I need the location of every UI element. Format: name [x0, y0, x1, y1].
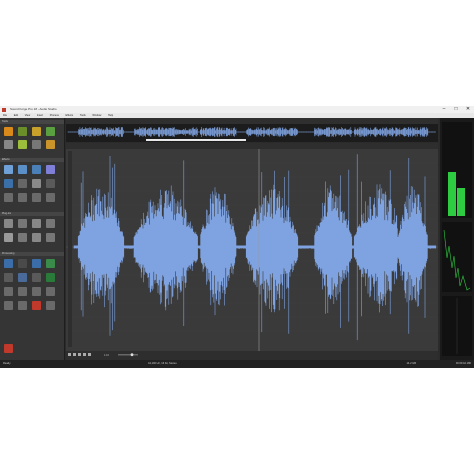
process-button-15[interactable] — [32, 301, 41, 310]
effect-button-9[interactable] — [4, 193, 13, 202]
waveform-overview[interactable] — [66, 124, 438, 142]
process-button-4[interactable] — [46, 259, 55, 268]
effect-button-7[interactable] — [32, 179, 41, 188]
waveform-display[interactable] — [66, 143, 438, 351]
time-readout: 00:00:42.180 — [455, 362, 471, 365]
plugin-button-1[interactable] — [4, 219, 13, 228]
overview-trace — [67, 127, 436, 137]
process-button-9[interactable] — [4, 287, 13, 296]
effect-button-4[interactable] — [46, 165, 55, 174]
process-button-5[interactable] — [4, 273, 13, 282]
zoom-slider-thumb[interactable] — [130, 353, 134, 357]
process-button-2[interactable] — [18, 259, 27, 268]
effect-button-8[interactable] — [46, 179, 55, 188]
status-bar: Ready 44,100 Hz, 16 bit, Stereo 14.2 GB … — [0, 360, 474, 368]
plugin-button-5[interactable] — [4, 233, 13, 242]
panel-header-tools: Tools — [0, 120, 64, 124]
tool-button-1[interactable] — [4, 127, 13, 136]
effect-button-2[interactable] — [18, 165, 27, 174]
tool-button-8[interactable] — [46, 140, 55, 149]
process-button-8[interactable] — [46, 273, 55, 282]
overview-view-range[interactable] — [146, 139, 246, 141]
peak-meter-left-bar — [448, 172, 456, 216]
process-button-16[interactable] — [46, 301, 55, 310]
overview-svg — [67, 127, 436, 141]
panel-header-effects: Effects — [0, 158, 64, 162]
effect-button-5[interactable] — [4, 179, 13, 188]
plugin-button-6[interactable] — [18, 233, 27, 242]
zoom-level: 1:16 — [104, 354, 109, 357]
effect-button-3[interactable] — [32, 165, 41, 174]
meter-svg — [442, 122, 472, 356]
panel-header-processing: Processing — [0, 252, 64, 256]
effect-button-6[interactable] — [18, 179, 27, 188]
peak-meter-right-bar — [457, 188, 465, 216]
audio-format: 44,100 Hz, 16 bit, Stereo — [148, 362, 177, 365]
process-button-6[interactable] — [18, 273, 27, 282]
plugin-button-2[interactable] — [18, 219, 27, 228]
time-ruler — [66, 143, 438, 149]
app-logo-icon — [2, 107, 6, 112]
effect-button-12[interactable] — [46, 193, 55, 202]
zoom-slider[interactable] — [118, 354, 138, 356]
process-button-11[interactable] — [32, 287, 41, 296]
process-button-10[interactable] — [18, 287, 27, 296]
process-button-3[interactable] — [32, 259, 41, 268]
overview-waveform — [67, 127, 436, 137]
panel-header-plugins: Plug-ins — [0, 212, 64, 216]
plugin-button-7[interactable] — [32, 233, 41, 242]
level-scale — [68, 151, 72, 347]
stop-button[interactable] — [73, 353, 76, 356]
effect-button-1[interactable] — [4, 165, 13, 174]
record-button[interactable] — [4, 344, 13, 353]
tool-button-7[interactable] — [32, 140, 41, 149]
spectrum-meter — [442, 222, 472, 292]
level-meter-panel — [440, 118, 474, 360]
maximize-button[interactable]: □ — [450, 106, 462, 113]
status-text: Ready — [3, 362, 11, 365]
tool-button-6[interactable] — [18, 140, 27, 149]
process-button-1[interactable] — [4, 259, 13, 268]
effect-button-11[interactable] — [32, 193, 41, 202]
close-button[interactable]: ✕ — [462, 106, 474, 113]
effect-button-10[interactable] — [18, 193, 27, 202]
tool-button-5[interactable] — [4, 140, 13, 149]
tool-button-2[interactable] — [18, 127, 27, 136]
play-button[interactable] — [68, 353, 71, 356]
waveform-svg — [66, 143, 438, 351]
plugin-button-8[interactable] — [46, 233, 55, 242]
plugin-button-4[interactable] — [46, 219, 55, 228]
transport-bar: 1:16 — [66, 351, 438, 360]
disk-space: 14.2 GB — [406, 362, 416, 365]
tool-button-4[interactable] — [46, 127, 55, 136]
tool-button-3[interactable] — [32, 127, 41, 136]
process-button-12[interactable] — [46, 287, 55, 296]
process-button-13[interactable] — [4, 301, 13, 310]
pause-button[interactable] — [78, 353, 81, 356]
plugin-button-3[interactable] — [32, 219, 41, 228]
title-bar: Sound Forge Pro 18 - Audio Studio – □ ✕ — [0, 106, 474, 113]
forward-button[interactable] — [88, 353, 91, 356]
process-button-14[interactable] — [18, 301, 27, 310]
rewind-button[interactable] — [83, 353, 86, 356]
left-tool-panel: Tools Effects Plug-ins Processing — [0, 118, 65, 360]
process-button-7[interactable] — [32, 273, 41, 282]
audio-editor-window: Sound Forge Pro 18 - Audio Studio – □ ✕ … — [0, 106, 474, 368]
transport-svg: 1:16 — [68, 353, 138, 357]
minimize-button[interactable]: – — [438, 106, 450, 113]
window-title: Sound Forge Pro 18 - Audio Studio — [10, 107, 57, 111]
